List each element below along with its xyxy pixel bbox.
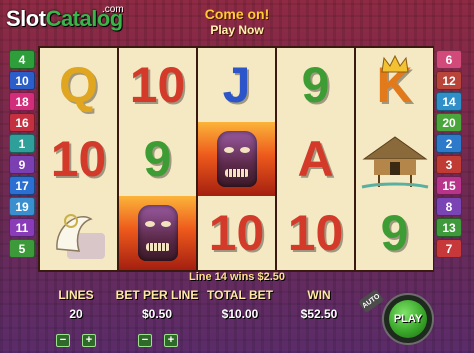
bet-value: $0.50 [141, 307, 173, 321]
reel-symbol: 10 [198, 196, 275, 270]
payline-left-9[interactable]: 5 [9, 239, 35, 258]
reel-symbol: K [356, 48, 433, 122]
bet-minus-button[interactable]: − [138, 334, 152, 347]
lines-label: LINES [58, 288, 94, 302]
reel-divider [275, 48, 277, 270]
payline-right-1[interactable]: 12 [436, 71, 462, 90]
promo-banner[interactable]: Come on! Play Now [190, 6, 284, 37]
reel-5: K9 [356, 48, 433, 270]
reel-symbol-text: 10 [287, 205, 344, 261]
reel-symbol-text: 10 [50, 131, 107, 187]
reel-grid: Q 10 10 9 J 10 9 A 10 K 9 [38, 46, 434, 272]
reel-symbol-text: 10 [208, 205, 265, 261]
reel-symbol: J [198, 48, 275, 122]
win-value: $52.50 [300, 307, 338, 321]
payline-indicators-left: 4 10 18 16 1 9 17 19 11 5 [9, 50, 36, 260]
win-stat: WIN $52.50 [294, 288, 344, 321]
payline-right-9[interactable]: 7 [436, 239, 462, 258]
bet-per-line-stat: BET PER LINE $0.50 [114, 288, 200, 321]
payline-right-5[interactable]: 3 [436, 155, 462, 174]
reel-symbol-text: Q [59, 57, 98, 113]
lines-minus-button[interactable]: − [56, 334, 70, 347]
payline-left-4[interactable]: 1 [9, 134, 35, 153]
tiki-mask-icon [198, 122, 275, 196]
payline-left-1[interactable]: 10 [9, 71, 35, 90]
beach-hut-icon [356, 122, 433, 196]
promo-line2: Play Now [210, 23, 264, 37]
payline-right-6[interactable]: 15 [436, 176, 462, 195]
play-button[interactable]: PLAY [382, 289, 434, 347]
payline-right-0[interactable]: 6 [436, 50, 462, 69]
tiki-mask-icon [119, 196, 196, 270]
payline-left-6[interactable]: 17 [9, 176, 35, 195]
reel-symbol: 10 [277, 196, 354, 270]
lines-plus-button[interactable]: + [82, 334, 96, 347]
site-logo: SlotCatalog .com [6, 4, 124, 31]
crown-icon [380, 54, 410, 74]
shell-necklace-icon [40, 196, 117, 270]
reel-symbol-text: J [222, 57, 251, 113]
reel-symbol: Q [40, 48, 117, 122]
bet-plus-button[interactable]: + [164, 334, 178, 347]
reel-symbol: 10 [40, 122, 117, 196]
reel-divider [196, 48, 198, 270]
reel-symbol-text: 10 [129, 57, 186, 113]
reel-2: 10 9 [119, 48, 196, 270]
payline-right-4[interactable]: 2 [436, 134, 462, 153]
payline-left-5[interactable]: 9 [9, 155, 35, 174]
promo-line1: Come on! [204, 6, 270, 22]
reel-1: Q 10 [40, 48, 117, 270]
payline-right-7[interactable]: 8 [436, 197, 462, 216]
reel-symbol-text: 9 [143, 131, 172, 187]
payline-left-8[interactable]: 11 [9, 218, 35, 237]
lines-value: 20 [69, 307, 83, 321]
payline-right-8[interactable]: 13 [436, 218, 462, 237]
payline-indicators-right: 6 12 14 20 2 3 15 8 13 7 [436, 50, 463, 260]
reel-symbol: A [277, 122, 354, 196]
payline-left-2[interactable]: 18 [9, 92, 35, 111]
payline-left-0[interactable]: 4 [9, 50, 35, 69]
payline-right-3[interactable]: 20 [436, 113, 462, 132]
play-button-label: PLAY [389, 300, 427, 338]
reel-symbol: 9 [356, 196, 433, 270]
lines-stat: LINES 20 [46, 288, 106, 321]
reel-symbol: 9 [277, 48, 354, 122]
total-bet-value: $10.00 [221, 307, 259, 321]
payline-right-2[interactable]: 14 [436, 92, 462, 111]
total-bet-stat: TOTAL BET $10.00 [202, 288, 278, 321]
reel-symbol: 9 [119, 122, 196, 196]
bet-label: BET PER LINE [115, 288, 199, 302]
reel-symbol: 10 [119, 48, 196, 122]
reel-4: 9 A 10 [277, 48, 354, 270]
win-message: Line 14 wins $2.50 [189, 271, 285, 283]
payline-left-3[interactable]: 16 [9, 113, 35, 132]
reel-divider [117, 48, 119, 270]
reel-symbol-text: 9 [301, 57, 330, 113]
payline-left-7[interactable]: 19 [9, 197, 35, 216]
reel-3: J 10 [198, 48, 275, 270]
win-label: WIN [307, 288, 331, 302]
reel-symbol-text: 9 [380, 205, 409, 261]
reel-symbol-text: A [297, 131, 334, 187]
total-bet-label: TOTAL BET [207, 288, 273, 302]
reel-divider [354, 48, 356, 270]
